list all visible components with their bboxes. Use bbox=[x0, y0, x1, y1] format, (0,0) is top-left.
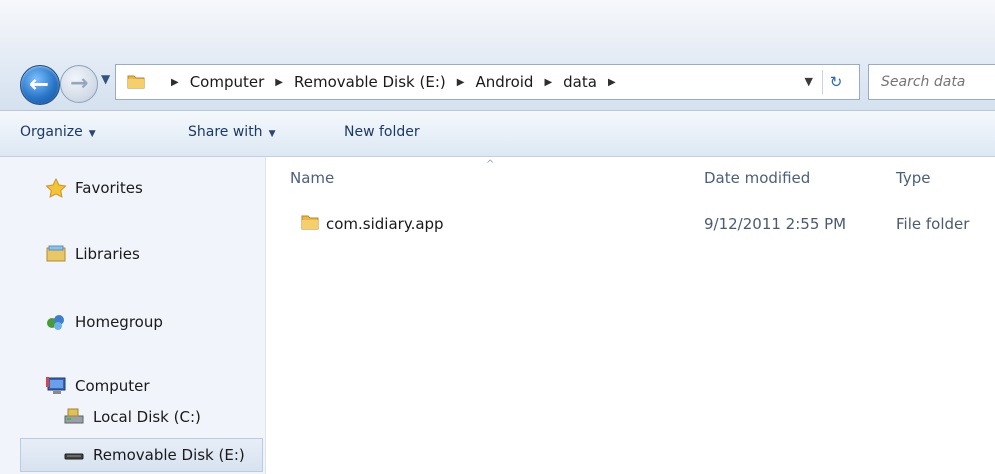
title-bar bbox=[0, 0, 995, 50]
back-button[interactable]: ← bbox=[20, 65, 60, 105]
breadcrumb-separator-icon[interactable]: ▶ bbox=[608, 77, 616, 88]
nav-computer-label: Computer bbox=[75, 377, 150, 395]
search-input[interactable] bbox=[879, 73, 995, 91]
organize-button[interactable]: Organize ▼ bbox=[20, 124, 96, 140]
computer-icon bbox=[46, 377, 66, 394]
nav-homegroup[interactable]: Homegroup bbox=[45, 312, 163, 332]
table-row[interactable]: com.sidiary.app 9/12/2011 2:55 PM File f… bbox=[296, 209, 995, 239]
organize-label: Organize bbox=[20, 124, 83, 140]
nav-local-disk-label: Local Disk (C:) bbox=[93, 408, 201, 426]
navigation-bar: ← → ▼ ▶ Computer ▶ Removable Disk (E:) ▶… bbox=[0, 50, 995, 111]
nav-libraries[interactable]: Libraries bbox=[45, 244, 140, 264]
command-bar: Organize ▼ Share with ▼ New folder bbox=[0, 111, 995, 157]
refresh-icon[interactable]: ↻ bbox=[822, 70, 849, 94]
nav-homegroup-label: Homegroup bbox=[75, 313, 163, 331]
file-name: com.sidiary.app bbox=[326, 215, 444, 233]
chevron-down-icon: ▼ bbox=[268, 129, 276, 139]
nav-favorites[interactable]: Favorites bbox=[45, 178, 143, 198]
breadcrumb-separator-icon[interactable]: ▶ bbox=[275, 77, 283, 88]
share-with-label: Share with bbox=[188, 124, 263, 140]
nav-favorites-label: Favorites bbox=[75, 179, 143, 197]
local-disk-icon bbox=[64, 408, 84, 424]
breadcrumb-removable-disk[interactable]: Removable Disk (E:) bbox=[294, 73, 446, 91]
forward-button[interactable]: → bbox=[60, 65, 98, 103]
column-header-name[interactable]: Name bbox=[290, 169, 334, 187]
breadcrumb-separator-icon[interactable]: ▶ bbox=[544, 77, 552, 88]
sort-ascending-icon: ^ bbox=[486, 159, 495, 170]
file-type: File folder bbox=[896, 215, 970, 233]
chevron-down-icon: ▼ bbox=[88, 129, 96, 139]
nav-removable-disk-label: Removable Disk (E:) bbox=[93, 446, 245, 464]
address-history-dropdown-icon[interactable]: ▼ bbox=[805, 75, 813, 88]
nav-libraries-label: Libraries bbox=[75, 245, 140, 263]
breadcrumb-android[interactable]: Android bbox=[475, 73, 533, 91]
libraries-icon bbox=[46, 245, 66, 262]
forward-arrow-icon: → bbox=[70, 71, 89, 96]
address-bar[interactable]: ▶ Computer ▶ Removable Disk (E:) ▶ Andro… bbox=[115, 64, 860, 100]
nav-computer[interactable]: Computer bbox=[45, 376, 150, 396]
navigation-pane: Favorites Libraries Homegroup Computer L… bbox=[0, 157, 266, 474]
nav-removable-disk[interactable]: Removable Disk (E:) bbox=[63, 445, 245, 465]
share-with-button[interactable]: Share with ▼ bbox=[188, 124, 275, 140]
folder-icon bbox=[127, 75, 145, 89]
file-list: ^ Name Date modified Type com.sidiary.ap… bbox=[266, 157, 995, 474]
column-header-date-modified[interactable]: Date modified bbox=[704, 169, 810, 187]
removable-disk-icon bbox=[64, 453, 84, 460]
search-box[interactable] bbox=[868, 64, 995, 100]
explorer-window: ← → ▼ ▶ Computer ▶ Removable Disk (E:) ▶… bbox=[0, 0, 995, 474]
star-icon bbox=[45, 178, 67, 198]
homegroup-icon bbox=[47, 315, 64, 330]
file-date-modified: 9/12/2011 2:55 PM bbox=[704, 215, 847, 233]
folder-icon bbox=[301, 215, 319, 230]
back-arrow-icon: ← bbox=[29, 70, 50, 98]
breadcrumb-data[interactable]: data bbox=[563, 73, 597, 91]
nav-local-disk[interactable]: Local Disk (C:) bbox=[63, 407, 201, 427]
column-header-type[interactable]: Type bbox=[896, 169, 930, 187]
breadcrumb-separator-icon[interactable]: ▶ bbox=[171, 77, 179, 88]
breadcrumb-computer[interactable]: Computer bbox=[190, 73, 265, 91]
breadcrumb-separator-icon[interactable]: ▶ bbox=[457, 77, 465, 88]
breadcrumb: ▶ Computer ▶ Removable Disk (E:) ▶ Andro… bbox=[160, 65, 627, 99]
recent-pages-dropdown-icon[interactable]: ▼ bbox=[101, 72, 110, 86]
new-folder-button[interactable]: New folder bbox=[344, 124, 420, 140]
